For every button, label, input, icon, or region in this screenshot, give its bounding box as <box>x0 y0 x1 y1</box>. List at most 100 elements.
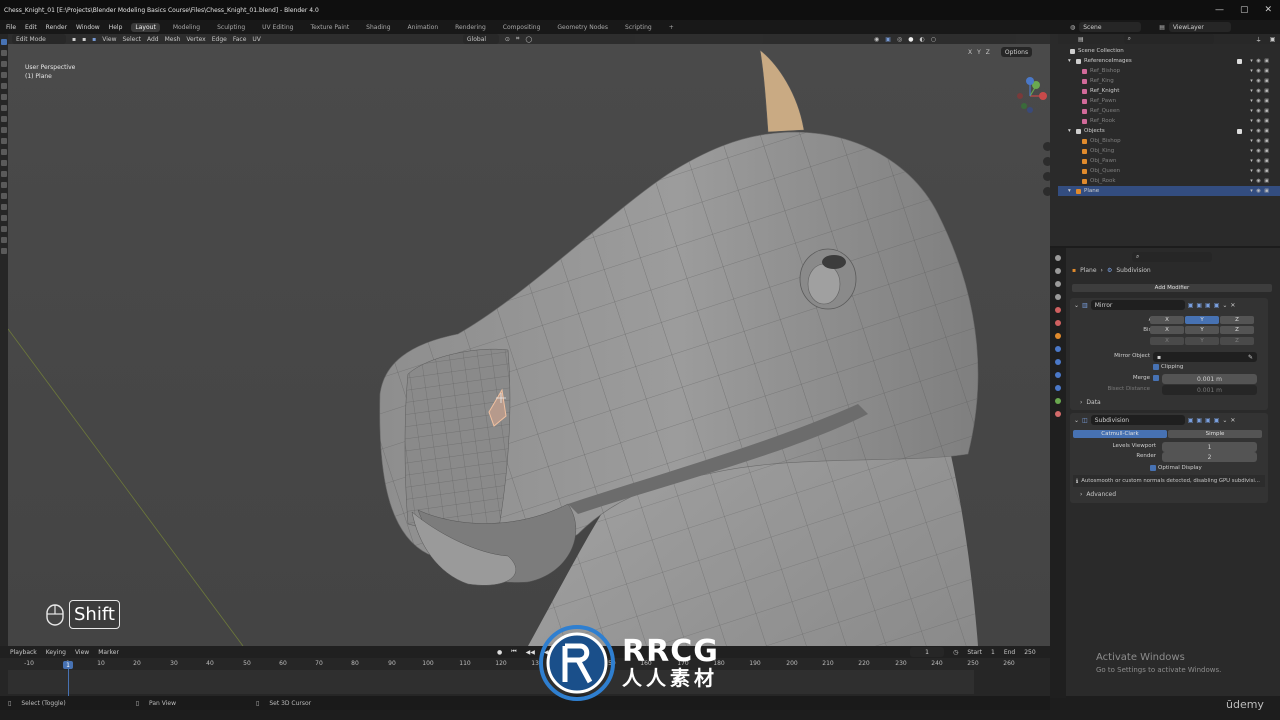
data-subpanel[interactable]: Data <box>1086 399 1100 406</box>
render-tab-icon[interactable] <box>1055 268 1061 274</box>
collapse-chevron-icon[interactable]: ⌄ <box>1074 302 1079 309</box>
prev-key-icon[interactable]: ◀◀ <box>526 649 535 656</box>
snap-icon[interactable]: ⌗ <box>516 35 519 43</box>
menu-vertex[interactable]: Vertex <box>186 36 205 43</box>
viewport-toggle-icon[interactable]: ▣ <box>1205 417 1211 424</box>
constraints-tab-icon[interactable] <box>1055 385 1061 391</box>
bisect-distance-field[interactable]: 0.001 m <box>1162 385 1257 395</box>
advanced-subpanel[interactable]: Advanced <box>1086 491 1116 498</box>
axis-z-toggle[interactable]: Z <box>1220 316 1254 324</box>
menu-mesh[interactable]: Mesh <box>165 36 181 43</box>
viewport-toggle-icon[interactable]: ▣ <box>1205 302 1211 309</box>
xray-icon[interactable]: ▣ <box>885 36 891 43</box>
render-toggle-icon[interactable]: ▣ <box>1214 302 1220 309</box>
maximize-button[interactable]: ▢ <box>1240 5 1249 15</box>
outliner-row[interactable]: Ref_King ▾ ◉ ▣ <box>1058 76 1280 86</box>
particles-tab-icon[interactable] <box>1055 359 1061 365</box>
flip-x-toggle[interactable]: X <box>1150 337 1184 345</box>
pivot-icon[interactable]: ⊙ <box>505 36 510 43</box>
visibility-toggles-icon[interactable]: ▾ ◉ ▣ <box>1250 148 1270 154</box>
visibility-toggles-icon[interactable]: ▾ ◉ ▣ <box>1250 158 1270 164</box>
tool-tab-icon[interactable] <box>1055 255 1061 261</box>
visibility-toggles-icon[interactable]: ▾ ◉ ▣ <box>1250 108 1270 114</box>
rendered-shading-icon[interactable]: ○ <box>931 36 936 43</box>
outliner-search-input[interactable]: ⌕ <box>1123 34 1214 44</box>
outliner-row[interactable]: ▾ ReferenceImages ▾ ◉ ▣ <box>1058 56 1280 66</box>
menu-playback[interactable]: Playback <box>10 649 37 656</box>
outliner-row[interactable]: ▾ Plane ▾ ◉ ▣ <box>1058 186 1280 196</box>
visibility-toggles-icon[interactable]: ▾ ◉ ▣ <box>1250 188 1270 194</box>
scale-tool-icon[interactable] <box>1 83 7 89</box>
edge-slide-tool-icon[interactable] <box>1 215 7 221</box>
catmull-clark-toggle[interactable]: Catmull-Clark <box>1073 430 1167 438</box>
view-layer-tab-icon[interactable] <box>1055 294 1061 300</box>
outliner-row[interactable]: Obj_Bishop ▾ ◉ ▣ <box>1058 136 1280 146</box>
shrink-fatten-tool-icon[interactable] <box>1 226 7 232</box>
render-levels-field[interactable]: 2 <box>1162 452 1257 462</box>
remove-modifier-icon[interactable]: ✕ <box>1230 302 1235 309</box>
select-box-tool-icon[interactable] <box>1 39 7 45</box>
edit-mode-toggle-icon[interactable]: ▣ <box>1188 302 1194 309</box>
clipping-checkbox[interactable] <box>1153 364 1159 370</box>
merge-distance-field[interactable]: 0.001 m <box>1162 374 1257 384</box>
playhead[interactable]: 1 <box>63 661 73 669</box>
menu-edge[interactable]: Edge <box>212 36 227 43</box>
edge-select-icon[interactable]: ▪ <box>82 36 86 43</box>
navigation-gizmo[interactable] <box>1012 76 1050 128</box>
outliner-row[interactable]: Ref_Pawn ▾ ◉ ▣ <box>1058 96 1280 106</box>
render-toggle-icon[interactable]: ▣ <box>1214 417 1220 424</box>
visibility-toggles-icon[interactable]: ▾ ◉ ▣ <box>1250 118 1270 124</box>
exclude-checkbox[interactable] <box>1237 128 1242 134</box>
pan-hand-icon[interactable] <box>1043 157 1050 166</box>
transform-tool-icon[interactable] <box>1 94 7 100</box>
cage-toggle-icon[interactable]: ▣ <box>1196 302 1202 309</box>
menu-add[interactable]: Add <box>147 36 159 43</box>
menu-face[interactable]: Face <box>233 36 247 43</box>
remove-modifier-icon[interactable]: ✕ <box>1230 417 1235 424</box>
outliner-row[interactable]: Obj_Queen ▾ ◉ ▣ <box>1058 166 1280 176</box>
overlays-icon[interactable]: ◉ <box>874 36 879 43</box>
tab-shading[interactable]: Shading <box>362 23 394 32</box>
minimize-button[interactable]: — <box>1215 5 1224 15</box>
visibility-toggles-icon[interactable]: ▾ ◉ ▣ <box>1250 68 1270 74</box>
mirror-object-field[interactable]: ▪ ✎ <box>1153 352 1257 362</box>
levels-viewport-field[interactable]: 1 <box>1162 442 1257 452</box>
cage-toggle-icon[interactable]: ▣ <box>1196 417 1202 424</box>
visibility-toggles-icon[interactable]: ▾ ◉ ▣ <box>1250 78 1270 84</box>
material-shading-icon[interactable]: ◐ <box>919 36 924 43</box>
start-frame-field[interactable]: 1 <box>991 649 995 656</box>
close-button[interactable]: ✕ <box>1264 5 1272 15</box>
wireframe-shading-icon[interactable]: ◎ <box>897 36 902 43</box>
physics-tab-icon[interactable] <box>1055 372 1061 378</box>
tab-rendering[interactable]: Rendering <box>451 23 490 32</box>
tab-compositing[interactable]: Compositing <box>499 23 545 32</box>
new-collection-icon[interactable]: ▣ <box>1270 36 1276 43</box>
expand-arrow-icon[interactable]: ▾ <box>1068 188 1071 194</box>
extrude-tool-icon[interactable] <box>1 127 7 133</box>
expand-arrow-icon[interactable]: ▾ <box>1068 58 1071 64</box>
flip-z-toggle[interactable]: Z <box>1220 337 1254 345</box>
eyedropper-icon[interactable]: ✎ <box>1248 354 1253 361</box>
visibility-toggles-icon[interactable]: ▾ ◉ ▣ <box>1250 168 1270 174</box>
mode-selector[interactable]: Edit Mode <box>12 34 66 44</box>
add-workspace-button[interactable]: + <box>665 23 678 32</box>
flip-y-toggle[interactable]: Y <box>1185 337 1219 345</box>
object-tab-icon[interactable] <box>1055 333 1061 339</box>
visibility-toggles-icon[interactable]: ▾ ◉ ▣ <box>1250 58 1270 64</box>
jump-start-icon[interactable]: ⏮ <box>511 648 516 656</box>
mirror-axis-x[interactable]: X <box>968 49 972 56</box>
rip-tool-icon[interactable] <box>1 248 7 254</box>
menu-marker[interactable]: Marker <box>98 649 119 656</box>
record-icon[interactable]: ● <box>497 649 502 656</box>
exclude-checkbox[interactable] <box>1237 58 1242 64</box>
visibility-toggles-icon[interactable]: ▾ ◉ ▣ <box>1250 98 1270 104</box>
outliner-row[interactable]: Obj_Rook ▾ ◉ ▣ <box>1058 176 1280 186</box>
properties-search-input[interactable]: ⌕ <box>1132 252 1212 262</box>
end-frame-field[interactable]: 250 <box>1024 649 1035 656</box>
cursor-tool-icon[interactable] <box>1 50 7 56</box>
shear-tool-icon[interactable] <box>1 237 7 243</box>
menu-view[interactable]: View <box>102 36 116 43</box>
mirror-axis-y[interactable]: Y <box>977 49 981 56</box>
add-modifier-button[interactable]: Add Modifier <box>1072 284 1272 292</box>
move-tool-icon[interactable] <box>1 61 7 67</box>
